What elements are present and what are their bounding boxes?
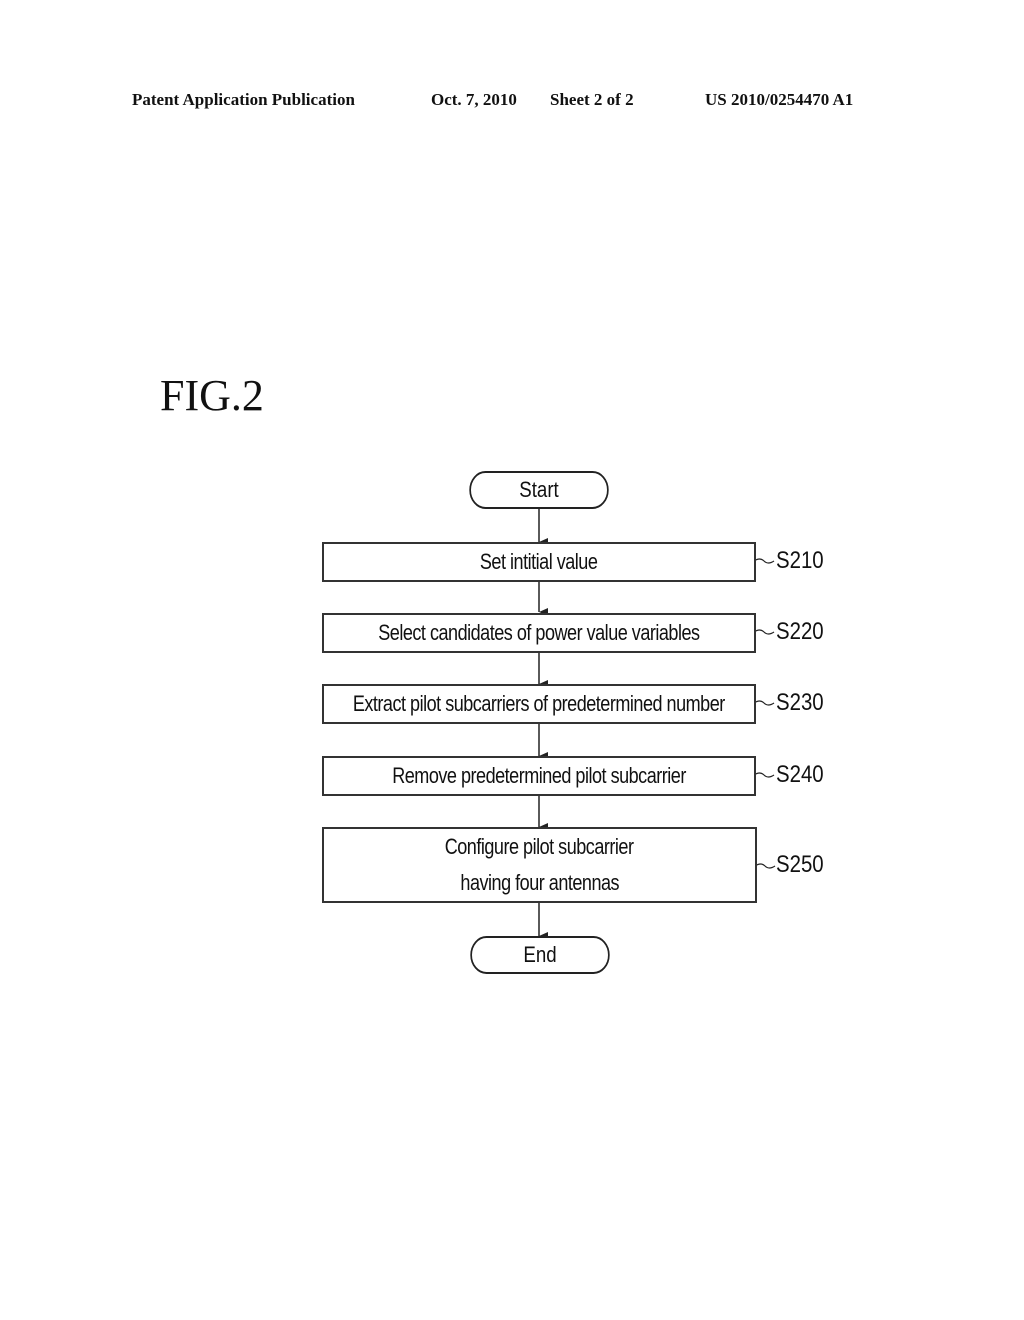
- step-label-s240: S240: [776, 761, 824, 788]
- step-text: Set intitial value: [480, 549, 598, 574]
- step-box-s220: Select candidates of power value variabl…: [322, 613, 756, 653]
- end-label: End: [523, 942, 557, 967]
- step-text: Remove predetermined pilot subcarrier: [392, 763, 686, 788]
- start-label: Start: [519, 477, 559, 502]
- step-label-s250: S250: [776, 851, 824, 878]
- step-box-s240: Remove predetermined pilot subcarrier: [322, 756, 756, 796]
- flowchart-connectors: [538, 507, 776, 940]
- step-label-s230: S230: [776, 689, 824, 716]
- step-box-s230: Extract pilot subcarriers of predetermin…: [322, 684, 756, 724]
- leader-s250: [754, 863, 776, 869]
- step-text-line-2: having four antennas: [460, 870, 619, 895]
- step-label-s210: S210: [776, 547, 824, 574]
- step-box-s250: Configure pilot subcarrier having four a…: [322, 827, 757, 903]
- leader-s230: [753, 700, 775, 706]
- start-terminal: Start: [469, 471, 609, 509]
- step-text: Select candidates of power value variabl…: [378, 620, 700, 645]
- step-text: Extract pilot subcarriers of predetermin…: [353, 691, 725, 716]
- leader-s240: [753, 772, 775, 778]
- step-box-s210: Set intitial value: [322, 542, 756, 582]
- step-label-s220: S220: [776, 618, 824, 645]
- leader-s210: [753, 558, 775, 564]
- end-terminal: End: [470, 936, 610, 974]
- step-text-line-1: Configure pilot subcarrier: [445, 834, 634, 859]
- leader-s220: [753, 629, 775, 635]
